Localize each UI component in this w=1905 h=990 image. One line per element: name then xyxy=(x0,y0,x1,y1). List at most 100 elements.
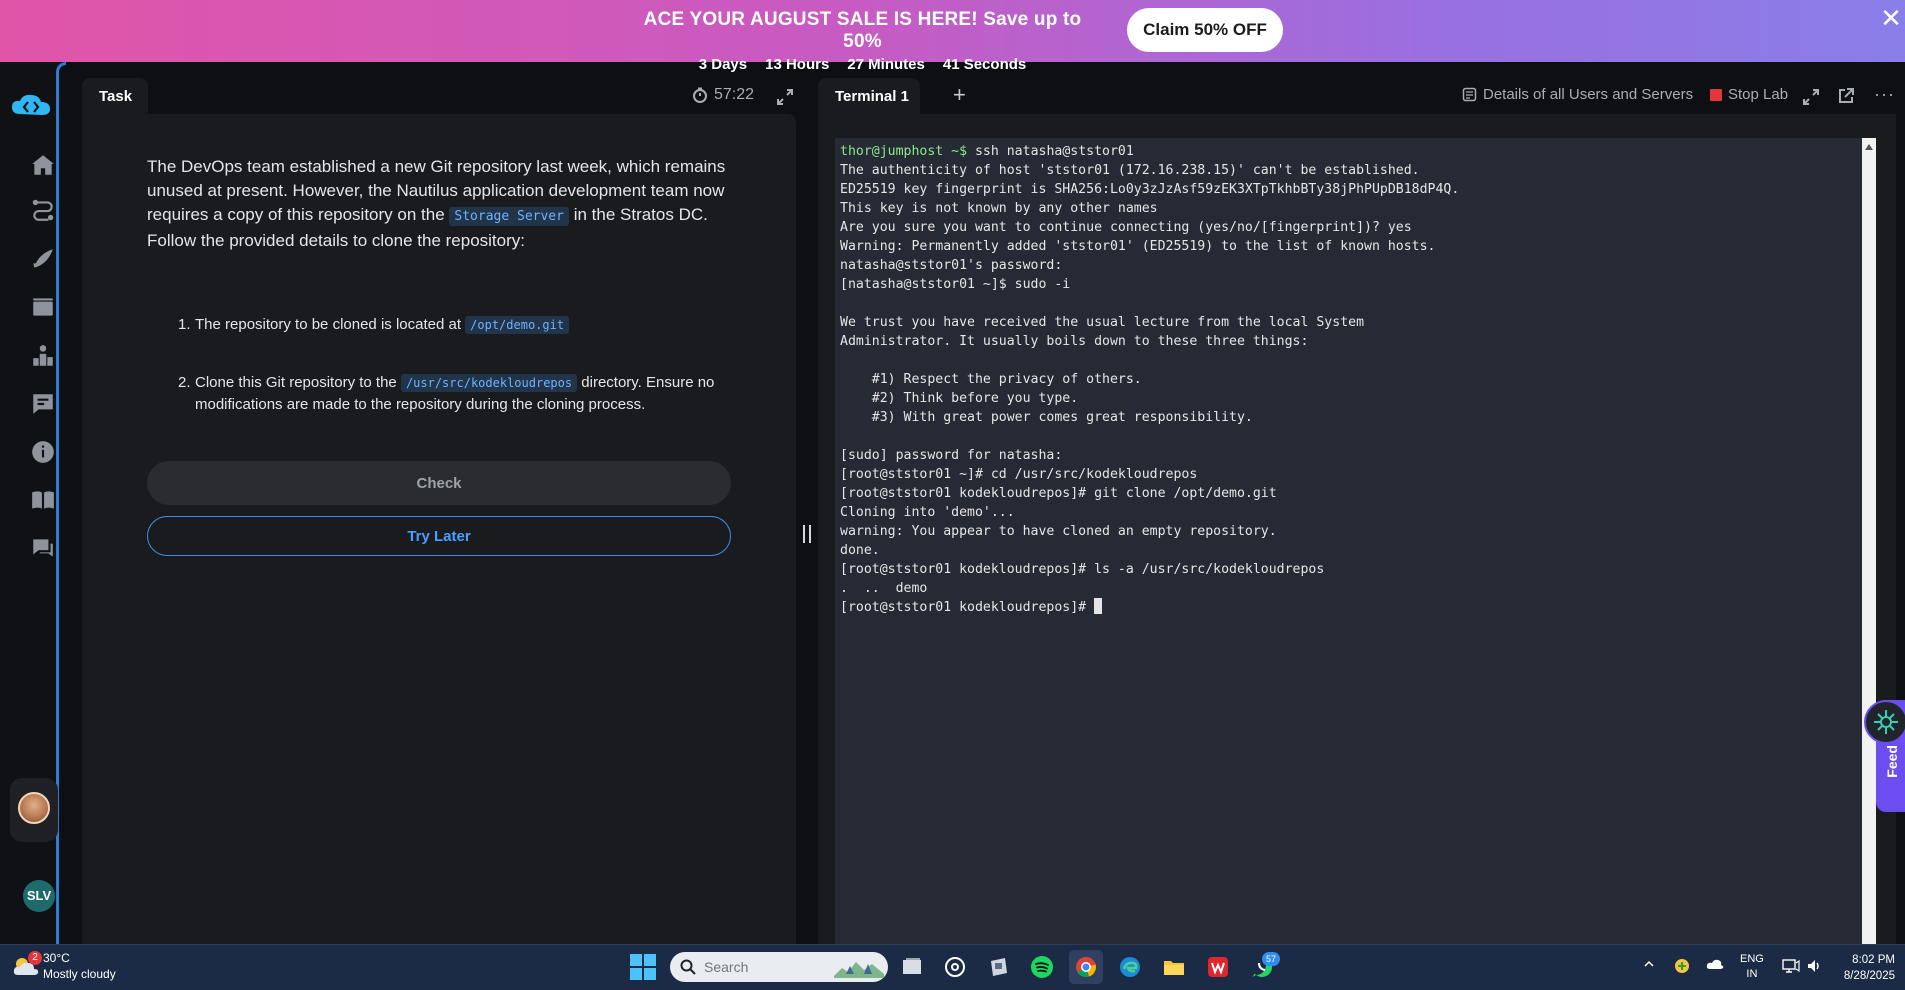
task-view-button[interactable] xyxy=(895,950,929,984)
taskbar-app-chatgpt[interactable] xyxy=(938,950,972,984)
terminal-cursor xyxy=(1094,598,1103,614)
check-button[interactable]: Check xyxy=(147,461,731,505)
rocket-icon[interactable] xyxy=(28,244,58,274)
terminal-line: #2) Think before you type. xyxy=(840,389,1850,408)
book-icon[interactable] xyxy=(28,485,58,515)
notes-icon[interactable] xyxy=(28,389,58,419)
terminal-line: Warning: Permanently added 'ststor01' (E… xyxy=(840,237,1850,256)
taskbar-app-files[interactable] xyxy=(982,950,1016,984)
terminal-line: This key is not known by any other names xyxy=(840,199,1850,218)
spotify-icon xyxy=(1031,956,1053,978)
terminal-line: ED25519 key fingerprint is SHA256:Lo0y3z… xyxy=(840,180,1850,199)
expand-terminal-icon[interactable] xyxy=(1802,88,1820,106)
clock-date: 8/28/2025 xyxy=(1843,970,1895,982)
region-code: IN xyxy=(1746,968,1758,980)
home-icon[interactable] xyxy=(28,150,58,180)
tab-terminal-1[interactable]: Terminal 1 xyxy=(818,78,920,116)
countdown-seconds: 41 Seconds xyxy=(942,56,1027,73)
tray-app-icon[interactable] xyxy=(1674,958,1690,977)
timer-value: 57:22 xyxy=(714,86,755,103)
details-label: Details of all Users and Servers xyxy=(1483,86,1694,103)
timer: 57:22 xyxy=(692,86,754,104)
ai-assistant-button[interactable] xyxy=(1864,700,1905,744)
terminal-text: [root@ststor01 ~]# cd /usr/src/kodekloud… xyxy=(840,467,1198,482)
kodekloud-logo-icon[interactable] xyxy=(10,92,52,120)
step-number: 1. xyxy=(178,316,191,333)
terminal-line: [root@ststor01 kodekloudrepos]# xyxy=(840,598,1850,617)
step-text: The repository to be cloned is located a… xyxy=(195,316,466,333)
taskbar-app-file-explorer[interactable] xyxy=(1157,950,1191,984)
search-input[interactable] xyxy=(704,958,804,976)
terminal-output[interactable]: thor@jumphost ~$ ssh natasha@ststor01 The… xyxy=(840,142,1850,617)
taskbar-app-spotify[interactable] xyxy=(1025,950,1059,984)
terminal-scrollbar[interactable] xyxy=(1862,138,1876,944)
add-terminal-button[interactable]: + xyxy=(953,84,966,106)
expand-task-icon[interactable] xyxy=(776,88,794,106)
terminal-text: Warning: Permanently added 'ststor01' (E… xyxy=(840,239,1436,254)
terminal-line: [root@ststor01 kodekloudrepos]# ls -a /u… xyxy=(840,560,1850,579)
countdown-hours: 13 Hours xyxy=(765,56,830,73)
terminal-line: natasha@ststor01's password: xyxy=(840,256,1850,275)
terminal-line: Cloning into 'demo'... xyxy=(840,503,1850,522)
terminal-text: Administrator. It usually boils down to … xyxy=(840,334,1309,349)
user-initials-badge[interactable]: SLV xyxy=(23,880,55,912)
more-options-icon[interactable]: ··· xyxy=(1874,84,1895,105)
terminal-prompt: thor@jumphost ~$ xyxy=(840,144,968,159)
terminal-line: . .. demo xyxy=(840,579,1850,598)
claim-offer-button[interactable]: Claim 50% OFF xyxy=(1127,8,1283,52)
terminal-text: We trust you have received the usual lec… xyxy=(840,315,1365,330)
onedrive-cloud-icon[interactable] xyxy=(1706,958,1724,973)
terminal-line: Are you sure you want to continue connec… xyxy=(840,218,1850,237)
edge-icon xyxy=(1120,957,1140,977)
list-item: 2. Clone this Git repository to the /usr… xyxy=(178,372,738,415)
input-language[interactable]: ENG IN xyxy=(1740,952,1764,982)
taskbar-app-edge[interactable] xyxy=(1113,950,1147,984)
leaderboard-icon[interactable] xyxy=(28,341,58,371)
chat-icon[interactable] xyxy=(28,533,58,563)
terminal-text: done. xyxy=(840,543,880,558)
terminal-text: [sudo] password for natasha: xyxy=(840,448,1063,463)
taskbar-app-chrome[interactable] xyxy=(1069,950,1103,984)
storage-server-chip: Storage Server xyxy=(449,207,569,226)
terminal-text: Cloning into 'demo'... xyxy=(840,505,1015,520)
video-icon[interactable] xyxy=(28,292,58,322)
terminal-text: #3) With great power comes great respons… xyxy=(840,410,1253,425)
avatar[interactable] xyxy=(18,792,50,824)
wps-office-icon xyxy=(1208,957,1228,977)
system-clock[interactable]: 8:02 PM 8/28/2025 xyxy=(1820,952,1895,984)
show-hidden-icons-icon[interactable] xyxy=(1643,958,1655,973)
network-icon[interactable] xyxy=(1782,958,1800,977)
chrome-icon xyxy=(1076,957,1097,977)
tab-task[interactable]: Task xyxy=(82,78,148,116)
terminal-line: [root@ststor01 kodekloudrepos]# git clon… xyxy=(840,484,1850,503)
feedback-label[interactable]: Feed xyxy=(1884,745,1900,778)
promo-text: ACE YOUR AUGUST SALE IS HERE! Save up to… xyxy=(635,9,1090,73)
terminal-text: warning: You appear to have cloned an em… xyxy=(840,524,1277,539)
taskbar-app-wps[interactable] xyxy=(1201,950,1235,984)
terminal-line: thor@jumphost ~$ ssh natasha@ststor01 xyxy=(840,142,1850,161)
details-users-servers-button[interactable]: Details of all Users and Servers xyxy=(1462,86,1693,103)
clock-time: 8:02 PM xyxy=(1852,954,1895,966)
terminal-text: #2) Think before you type. xyxy=(840,391,1079,406)
close-icon[interactable]: ✕ xyxy=(1878,4,1904,32)
terminal-line: done. xyxy=(840,541,1850,560)
terminal-line: The authenticity of host 'ststor01 (172.… xyxy=(840,161,1850,180)
stop-lab-button[interactable]: Stop Lab xyxy=(1710,86,1788,103)
step-text: Clone this Git repository to the xyxy=(195,374,401,391)
avatar-container[interactable] xyxy=(10,778,58,842)
search-highlight-illustration-icon xyxy=(834,962,884,978)
start-button[interactable] xyxy=(630,954,656,980)
scroll-up-arrow-icon[interactable] xyxy=(1864,142,1874,152)
terminal-line: #1) Respect the privacy of others. xyxy=(840,370,1850,389)
open-external-icon[interactable] xyxy=(1837,87,1855,105)
terminal-text: #1) Respect the privacy of others. xyxy=(840,372,1142,387)
stop-lab-label: Stop Lab xyxy=(1728,86,1789,103)
weather-alert-badge: 2 xyxy=(28,951,42,965)
route-icon[interactable] xyxy=(28,195,58,225)
terminal-text: ssh natasha@ststor01 xyxy=(967,144,1134,159)
weather-description: Mostly cloudy xyxy=(43,967,116,981)
try-later-button[interactable]: Try Later xyxy=(147,516,731,556)
info-icon[interactable] xyxy=(28,437,58,467)
panel-resize-handle[interactable] xyxy=(803,525,811,543)
